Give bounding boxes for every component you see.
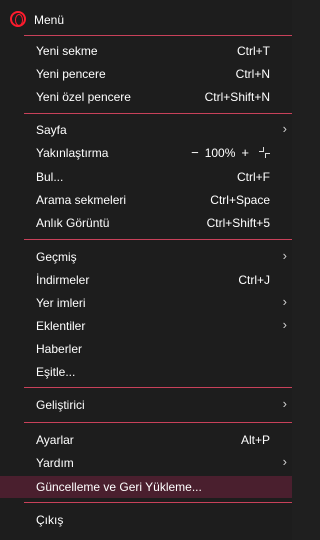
menu-title: Menü [34, 13, 65, 27]
menu-item-label: Geliştirici [36, 398, 85, 412]
chevron-right-icon: › [282, 454, 287, 469]
menu-item-sync[interactable]: Eşitle... [0, 361, 292, 383]
menu-item-label: Ayarlar [36, 433, 74, 447]
chevron-right-icon: › [282, 317, 287, 332]
menu-item-shortcut: Ctrl+F [237, 170, 270, 184]
opera-logo-icon [10, 11, 26, 27]
chevron-right-icon: › [282, 396, 287, 411]
menu-item-label: Arama sekmeleri [36, 193, 127, 207]
menu-item-label: Bul... [36, 170, 64, 184]
menu-item-help[interactable]: Yardım › [0, 452, 292, 474]
menu-item-shortcut: Alt+P [240, 433, 270, 447]
zoom-in-button[interactable]: + [241, 145, 249, 160]
menu-separator [24, 113, 292, 114]
menu-separator [24, 422, 292, 423]
menu-item-shortcut: Ctrl+Space [210, 193, 270, 207]
fullscreen-icon[interactable] [259, 147, 270, 158]
menu-item-search-tabs[interactable]: Arama sekmeleri Ctrl+Space [0, 189, 292, 211]
menu-item-bookmarks[interactable]: Yer imleri › [0, 292, 292, 314]
menu-item-new-tab[interactable]: Yeni sekme Ctrl+T [0, 40, 292, 62]
menu-item-shortcut: Ctrl+T [237, 44, 270, 58]
menu-item-label: Eklentiler [36, 319, 86, 333]
menu-item-label: Geçmiş [36, 250, 77, 264]
menu-item-label: Yeni özel pencere [36, 90, 131, 104]
menu-separator [24, 239, 292, 240]
chevron-right-icon: › [282, 294, 287, 309]
menu-item-label: Haberler [36, 342, 83, 356]
menu-item-shortcut: Ctrl+Shift+N [204, 90, 270, 104]
menu-item-label: Anlık Görüntü [36, 216, 110, 230]
menu-item-developer[interactable]: Geliştirici › [0, 394, 292, 416]
menu-item-extensions[interactable]: Eklentiler › [0, 315, 292, 337]
opera-main-menu: Menü Yeni sekme Ctrl+T Yeni pencere Ctrl… [0, 0, 292, 540]
menu-item-label: Yardım [36, 456, 74, 470]
zoom-out-button[interactable]: − [191, 145, 199, 160]
menu-item-find[interactable]: Bul... Ctrl+F [0, 166, 292, 188]
menu-item-history[interactable]: Geçmiş › [0, 246, 292, 268]
menu-item-label: Eşitle... [36, 365, 76, 379]
menu-item-downloads[interactable]: İndirmeler Ctrl+J [0, 269, 292, 291]
menu-item-label: Güncelleme ve Geri Yükleme... [36, 480, 202, 494]
menu-item-label: Yer imleri [36, 296, 86, 310]
zoom-level: 100% [204, 145, 236, 160]
menu-item-label: Çıkış [36, 513, 64, 527]
chevron-right-icon: › [282, 121, 287, 136]
menu-header[interactable]: Menü [0, 6, 292, 32]
menu-item-zoom: Yakınlaştırma − 100% + [0, 142, 292, 164]
menu-separator [24, 387, 292, 388]
chevron-right-icon: › [282, 248, 287, 263]
menu-item-settings[interactable]: Ayarlar Alt+P [0, 429, 292, 451]
menu-separator [24, 35, 292, 36]
menu-item-shortcut: Ctrl+J [238, 273, 270, 287]
menu-item-shortcut: Ctrl+Shift+5 [206, 216, 270, 230]
menu-item-label: Yeni pencere [36, 67, 106, 81]
menu-item-label: Sayfa [36, 123, 67, 137]
menu-item-shortcut: Ctrl+N [235, 67, 270, 81]
zoom-controls: − 100% + [191, 145, 270, 160]
menu-item-new-window[interactable]: Yeni pencere Ctrl+N [0, 63, 292, 85]
menu-item-label: Yeni sekme [36, 44, 98, 58]
menu-item-exit[interactable]: Çıkış [0, 509, 292, 531]
menu-item-page[interactable]: Sayfa › [0, 119, 292, 141]
menu-item-news[interactable]: Haberler [0, 338, 292, 360]
menu-item-label: Yakınlaştırma [36, 146, 109, 160]
menu-item-label: İndirmeler [36, 273, 90, 287]
menu-separator [24, 502, 292, 503]
menu-item-update-recovery[interactable]: Güncelleme ve Geri Yükleme... [0, 476, 292, 498]
menu-item-new-private-window[interactable]: Yeni özel pencere Ctrl+Shift+N [0, 86, 292, 108]
menu-item-snapshot[interactable]: Anlık Görüntü Ctrl+Shift+5 [0, 212, 292, 234]
